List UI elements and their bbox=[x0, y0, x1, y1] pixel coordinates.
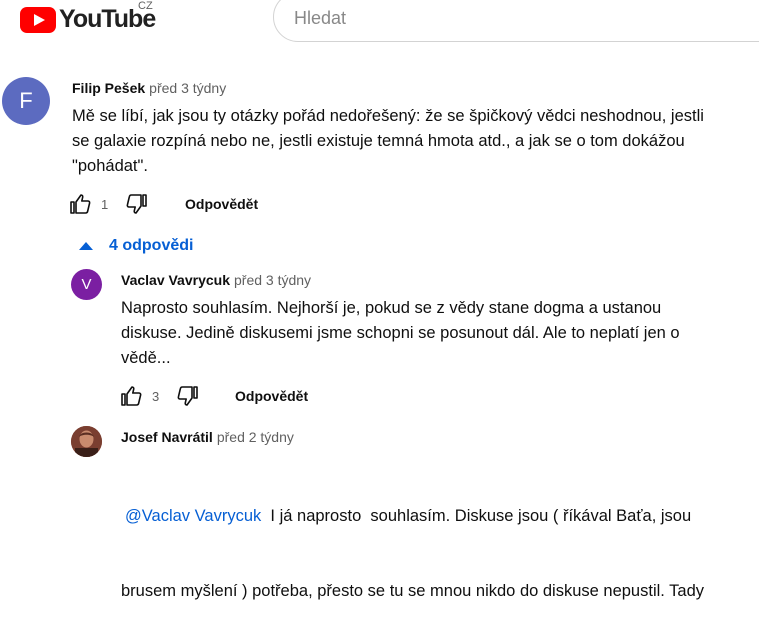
comment-text-line: Mě se líbí, jak jsou ty otázky pořád ned… bbox=[72, 107, 704, 125]
comment-author[interactable]: Filip Pešek před 3 týdny bbox=[72, 80, 226, 96]
comment-text-line: "pohádat". bbox=[72, 157, 148, 175]
dislike-icon[interactable] bbox=[175, 383, 201, 409]
search-input[interactable] bbox=[292, 7, 696, 30]
avatar-photo[interactable] bbox=[71, 426, 102, 457]
avatar-letter: V bbox=[81, 276, 92, 293]
avatar-letter: F bbox=[19, 88, 33, 113]
country-code: CZ bbox=[138, 0, 153, 12]
reply-text-line: vědě... bbox=[121, 349, 171, 367]
comment-time[interactable]: před 3 týdny bbox=[149, 80, 226, 96]
replies-toggle-label: 4 odpovědi bbox=[109, 237, 194, 254]
reply-text-line: diskuse. Jedině diskusemi jsme schopni s… bbox=[121, 324, 680, 342]
reply-author[interactable]: Vaclav Vavrycuk před 3 týdny bbox=[121, 272, 311, 288]
author-name[interactable]: Josef Navrátil bbox=[121, 429, 213, 445]
like-icon[interactable] bbox=[67, 191, 93, 217]
dislike-icon[interactable] bbox=[124, 191, 150, 217]
reply-time[interactable]: před 3 týdny bbox=[234, 272, 311, 288]
reply-author[interactable]: Josef Navrátil před 2 týdny bbox=[121, 429, 294, 445]
reply-button[interactable]: Odpovědět bbox=[235, 388, 308, 404]
author-name[interactable]: Vaclav Vavrycuk bbox=[121, 272, 230, 288]
like-count: 3 bbox=[152, 388, 160, 404]
reply-button[interactable]: Odpovědět bbox=[185, 196, 258, 212]
search-box[interactable] bbox=[273, 0, 759, 42]
reply-text: Naprosto souhlasím. Nejhorší je, pokud s… bbox=[121, 296, 680, 371]
replies-toggle[interactable]: 4 odpovědi bbox=[78, 237, 193, 255]
reply-text-segment: I já naprosto souhlasím. Diskuse jsou ( … bbox=[261, 507, 692, 525]
reply-actions: 3 bbox=[118, 383, 201, 409]
like-icon[interactable] bbox=[118, 383, 144, 409]
mention-link[interactable]: @Vaclav Vavrycuk bbox=[125, 507, 261, 525]
avatar[interactable]: F bbox=[2, 77, 50, 125]
person-photo-icon bbox=[71, 426, 102, 457]
avatar[interactable]: V bbox=[71, 269, 102, 300]
like-count: 1 bbox=[101, 196, 109, 212]
comment-text: Mě se líbí, jak jsou ty otázky pořád ned… bbox=[72, 104, 704, 179]
masthead: YouTube CZ bbox=[0, 0, 759, 44]
reply-text-line: brusem myšlení ) potřeba, přesto se tu s… bbox=[121, 582, 705, 600]
chevron-up-icon bbox=[79, 242, 93, 250]
comment-actions: 1 bbox=[67, 191, 150, 217]
youtube-logo[interactable]: YouTube bbox=[20, 5, 156, 34]
reply-text-line: @Vaclav Vavrycuk I já naprosto souhlasím… bbox=[121, 504, 704, 529]
reply-time[interactable]: před 2 týdny bbox=[217, 429, 294, 445]
author-name[interactable]: Filip Pešek bbox=[72, 80, 145, 96]
comment-text-line: se galaxie rozpíná nebo ne, jestli exist… bbox=[72, 132, 685, 150]
reply-text-line: Naprosto souhlasím. Nejhorší je, pokud s… bbox=[121, 299, 662, 317]
youtube-play-icon bbox=[20, 6, 56, 33]
reply-text: @Vaclav Vavrycuk I já naprosto souhlasím… bbox=[121, 454, 704, 629]
